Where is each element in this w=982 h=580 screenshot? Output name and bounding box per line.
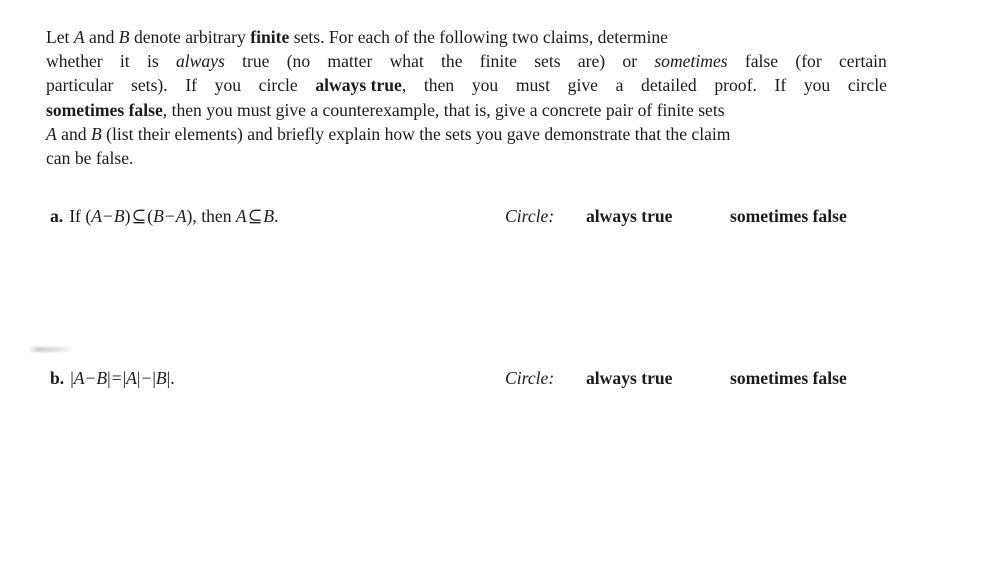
intro-line-5: A and B (list their elements) and briefl… — [46, 122, 887, 146]
emphasis-sometimes-false: sometimes false — [46, 99, 163, 120]
circle-label-a: Circle: — [505, 206, 555, 226]
circle-row-a: Circle: always true sometimes false — [505, 205, 847, 227]
math-var-a: A — [73, 27, 85, 47]
intro-word: matter — [327, 51, 373, 72]
minus-operator: − — [102, 206, 113, 226]
math-var-a: A — [73, 368, 85, 388]
period: . — [170, 368, 175, 388]
period: . — [274, 206, 279, 226]
math-var-b: B — [118, 27, 130, 47]
intro-text: can be false. — [46, 148, 134, 169]
intro-text: denote arbitrary — [129, 27, 251, 47]
intro-word: is — [146, 51, 159, 72]
intro-word: sets — [534, 51, 561, 72]
intro-word: or — [622, 51, 638, 72]
problem-item-b: b. |A−B|=|A|−|B|. — [50, 367, 175, 389]
math-var-a: A — [175, 206, 187, 226]
intro-word: false — [744, 51, 779, 72]
item-label-b: b. — [50, 368, 65, 388]
intro-text: sets. For each of the following two clai… — [289, 27, 668, 47]
intro-text: , then you must give a counterexample, t… — [162, 99, 725, 120]
math-var-b: B — [90, 123, 102, 144]
math-var-b: B — [263, 206, 275, 226]
intro-punct: , — [401, 75, 407, 96]
intro-line-3: particular sets). If you circle always true, t… — [46, 73, 887, 97]
minus-operator: − — [85, 368, 96, 388]
emphasis-always-true: always true — [315, 75, 402, 96]
minus-operator: − — [164, 206, 175, 226]
scan-artifact-smudge — [28, 347, 74, 352]
minus-operator: − — [141, 368, 152, 388]
emphasis-always: always — [175, 51, 225, 72]
intro-word: detailed — [641, 75, 697, 96]
intro-word: then — [423, 75, 455, 96]
intro-word: are) — [577, 51, 606, 72]
intro-word: (for — [795, 51, 822, 72]
intro-word: you — [471, 75, 499, 96]
option-sometimes-false-b[interactable]: sometimes false — [730, 367, 847, 389]
option-sometimes-false-a[interactable]: sometimes false — [730, 205, 847, 227]
subset-symbol: ⊆ — [131, 206, 147, 226]
intro-word: (no — [286, 51, 311, 72]
circle-row-b: Circle: always true sometimes false — [505, 367, 847, 389]
claim-then: then — [201, 206, 232, 226]
intro-word: whether — [46, 51, 103, 72]
intro-line-6: can be false. — [46, 146, 887, 170]
math-var-a: A — [46, 123, 57, 144]
intro-line-1: Let A and B denote arbitrary finite sets… — [46, 25, 887, 49]
item-label-a: a. — [50, 206, 64, 226]
intro-word: you — [803, 75, 831, 96]
intro-word: certain — [838, 51, 887, 72]
intro-word: If — [774, 75, 787, 96]
emphasis-finite: finite — [250, 27, 290, 47]
claim-lead: If — [69, 206, 81, 226]
intro-word: must — [515, 75, 551, 96]
math-var-b: B — [113, 206, 125, 226]
math-var-a: A — [235, 206, 247, 226]
item-a-claim: If (A−B)⊆(B−A), then A⊆B. — [69, 206, 278, 226]
math-var-b: B — [155, 368, 167, 388]
subset-symbol: ⊆ — [247, 206, 263, 226]
emphasis-always-true-group: always true, — [315, 73, 406, 97]
option-always-true-b[interactable]: always true — [586, 367, 730, 389]
intro-word: the — [441, 51, 463, 72]
intro-word: a — [615, 75, 624, 96]
intro-word: true — [242, 51, 270, 72]
intro-line-4: sometimes false, then you must give a co… — [46, 98, 887, 122]
intro-word: finite — [479, 51, 517, 72]
intro-text: and — [84, 27, 119, 47]
intro-text: and — [56, 123, 91, 144]
math-var-b: B — [96, 368, 108, 388]
emphasis-sometimes: sometimes — [654, 51, 728, 72]
math-var-b: B — [153, 206, 164, 226]
item-b-claim: |A−B|=|A|−|B|. — [70, 368, 174, 388]
intro-word: particular — [46, 75, 114, 96]
circle-label-b: Circle: — [505, 368, 555, 388]
intro-word: what — [389, 51, 424, 72]
option-always-true-a[interactable]: always true — [586, 205, 730, 227]
intro-word: it — [119, 51, 130, 72]
intro-word: circle — [258, 75, 298, 96]
intro-text: (list their elements) and briefly explai… — [101, 123, 731, 144]
intro-word: you — [214, 75, 242, 96]
worksheet-page: Let A and B denote arbitrary finite sets… — [0, 0, 982, 580]
intro-paragraph: Let A and B denote arbitrary finite sets… — [46, 25, 887, 170]
intro-word: sets). — [131, 75, 168, 96]
intro-text: Let — [46, 27, 74, 47]
intro-word: If — [185, 75, 198, 96]
math-var-a: A — [91, 206, 102, 226]
intro-word: give — [567, 75, 598, 96]
equals-operator: = — [111, 368, 122, 388]
intro-line-2: whether it is always true (no matter what the fin… — [46, 49, 887, 73]
problem-item-a: a. If (A−B)⊆(B−A), then A⊆B. — [50, 205, 279, 227]
intro-word: circle — [847, 75, 887, 96]
math-var-a: A — [126, 368, 137, 388]
intro-word: proof. — [714, 75, 757, 96]
